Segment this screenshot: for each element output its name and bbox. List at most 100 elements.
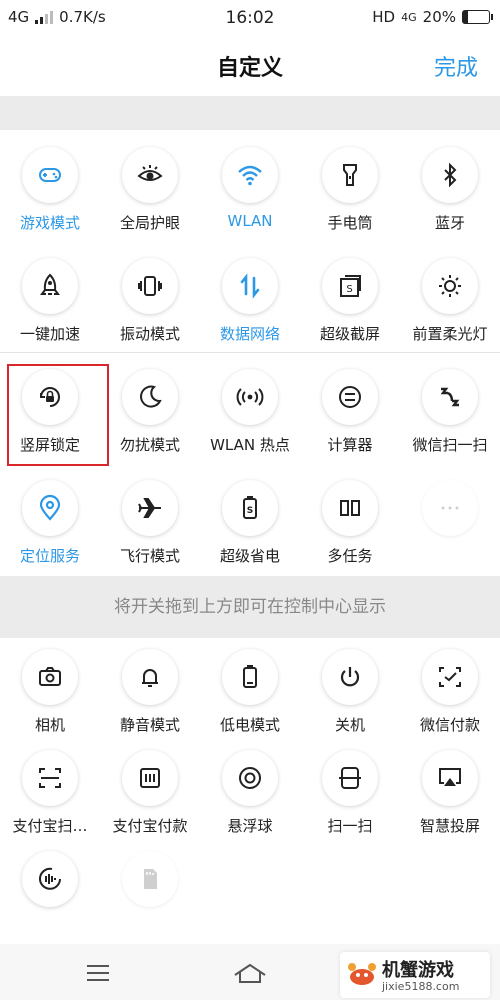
tile-airplane[interactable]: 飞行模式 xyxy=(100,463,200,574)
tile-more[interactable] xyxy=(400,463,500,574)
available-tiles-panel: 相机 静音模式 低电模式 关机 微信付款 支付宝扫… 支付宝付款 悬浮球 扫一扫 智慧投屏 xyxy=(0,638,500,948)
tile-label: 静音模式 xyxy=(119,716,180,734)
highlight-box xyxy=(7,364,109,466)
drag-hint: 将开关拖到上方即可在控制中心显示 xyxy=(0,576,500,638)
watermark-name: 机蟹游戏 xyxy=(382,960,454,981)
active-tiles-panel: 游戏模式 全局护眼 WLAN 手电筒 蓝牙 一键加速 振动模式 数据网络 S 超级截屏 前置柔光灯竖… xyxy=(0,130,500,576)
voice-icon xyxy=(39,867,61,890)
status-right: HD 4G 20% xyxy=(372,8,493,26)
tile-calculator[interactable]: 计算器 xyxy=(300,352,400,463)
tile-label: 振动模式 xyxy=(119,325,180,343)
tile-label: 扫一扫 xyxy=(327,817,373,835)
tile-gamepad[interactable]: 游戏模式 xyxy=(0,130,100,241)
watermark: 机蟹游戏 jixie5188.com xyxy=(340,952,490,998)
home-button[interactable] xyxy=(230,958,270,988)
tile-icon-circle xyxy=(222,369,278,425)
tile-label: 支付宝扫… xyxy=(12,817,88,835)
calculator-icon xyxy=(339,386,361,408)
vibrate-icon xyxy=(138,276,162,296)
tile-voice[interactable] xyxy=(0,834,100,945)
tile-label: 手电筒 xyxy=(327,214,373,232)
tile-camera[interactable]: 相机 xyxy=(0,632,100,743)
tile-icon-circle xyxy=(22,258,78,314)
tile-icon-circle xyxy=(422,750,478,806)
tile-label: 一键加速 xyxy=(19,325,80,343)
tile-sd-card[interactable] xyxy=(100,834,200,945)
tile-mobile-data[interactable]: 数据网络 xyxy=(200,241,300,352)
flashlight-icon xyxy=(343,164,357,186)
tile-label: 超级省电 xyxy=(219,547,280,565)
tile-icon-circle: S xyxy=(322,258,378,314)
tile-wechat-scan[interactable]: 微信扫一扫 xyxy=(400,352,500,463)
done-button[interactable]: 完成 xyxy=(434,50,478,82)
tile-label: 多任务 xyxy=(327,547,373,565)
tile-icon-circle xyxy=(322,369,378,425)
tile-moon[interactable]: 勿扰模式 xyxy=(100,352,200,463)
svg-text:S: S xyxy=(247,506,253,516)
airplane-icon xyxy=(138,498,161,518)
alipay-scan-icon xyxy=(39,768,61,788)
svg-text:S: S xyxy=(346,284,352,295)
tile-multitask[interactable]: 多任务 xyxy=(300,463,400,574)
crab-logo-icon xyxy=(348,963,376,985)
tile-icon-circle xyxy=(422,147,478,203)
tile-location[interactable]: 定位服务 xyxy=(0,463,100,574)
tile-icon-circle xyxy=(22,851,78,907)
top-spacer xyxy=(0,96,500,130)
tile-vibrate[interactable]: 振动模式 xyxy=(100,241,200,352)
tile-icon-circle xyxy=(22,750,78,806)
tile-wifi[interactable]: WLAN xyxy=(200,130,300,241)
menu-button[interactable] xyxy=(78,958,118,988)
tile-icon-circle xyxy=(222,649,278,705)
tile-icon-circle xyxy=(122,750,178,806)
tile-eye[interactable]: 全局护眼 xyxy=(100,130,200,241)
tile-label: 定位服务 xyxy=(19,547,80,565)
battery-icon xyxy=(462,10,493,24)
mobile-data-icon xyxy=(240,273,260,299)
tile-alipay-pay[interactable]: 支付宝付款 xyxy=(100,733,200,844)
rocket-icon xyxy=(40,273,60,295)
tile-bluetooth[interactable]: 蓝牙 xyxy=(400,130,500,241)
gamepad-icon xyxy=(39,168,61,182)
tile-icon-circle xyxy=(122,649,178,705)
tile-brightness[interactable]: 前置柔光灯 xyxy=(400,241,500,352)
tile-label: 勿扰模式 xyxy=(119,436,180,454)
camera-icon xyxy=(39,667,61,686)
tile-float-ball[interactable]: 悬浮球 xyxy=(200,733,300,844)
tile-screenshot[interactable]: S 超级截屏 xyxy=(300,241,400,352)
tile-power[interactable]: 关机 xyxy=(300,632,400,743)
tile-icon-circle xyxy=(22,649,78,705)
tile-label: 悬浮球 xyxy=(227,817,273,835)
tile-icon-circle xyxy=(422,480,478,536)
tile-icon-circle xyxy=(22,147,78,203)
menu-icon xyxy=(87,965,109,981)
tile-flashlight[interactable]: 手电筒 xyxy=(300,130,400,241)
eye-icon xyxy=(137,165,163,181)
tile-rocket[interactable]: 一键加速 xyxy=(0,241,100,352)
tile-label: WLAN 热点 xyxy=(210,436,290,454)
tile-low-battery[interactable]: 低电模式 xyxy=(200,632,300,743)
tile-scan[interactable]: 扫一扫 xyxy=(300,733,400,844)
tile-bell[interactable]: 静音模式 xyxy=(100,632,200,743)
tile-icon-circle xyxy=(222,147,278,203)
header: 自定义 完成 xyxy=(0,36,500,96)
low-battery-icon xyxy=(243,665,257,688)
tile-icon-circle xyxy=(322,147,378,203)
cast-icon xyxy=(439,768,461,786)
tile-hotspot[interactable]: WLAN 热点 xyxy=(200,352,300,463)
tile-label: 全局护眼 xyxy=(119,214,180,232)
tile-label: 数据网络 xyxy=(219,325,280,343)
watermark-url: jixie5188.com xyxy=(382,980,460,993)
location-icon xyxy=(39,494,61,521)
tile-icon-circle xyxy=(422,649,478,705)
brightness-icon xyxy=(439,275,461,297)
tile-icon-circle xyxy=(22,480,78,536)
tile-label: 关机 xyxy=(334,716,365,734)
tile-icon-circle xyxy=(322,750,378,806)
tile-cast[interactable]: 智慧投屏 xyxy=(400,733,500,844)
tile-alipay-scan[interactable]: 支付宝扫… xyxy=(0,733,100,844)
tile-icon-circle xyxy=(122,369,178,425)
tile-battery-saver[interactable]: S 超级省电 xyxy=(200,463,300,574)
tile-icon-circle xyxy=(422,258,478,314)
tile-wechat-pay[interactable]: 微信付款 xyxy=(400,632,500,743)
